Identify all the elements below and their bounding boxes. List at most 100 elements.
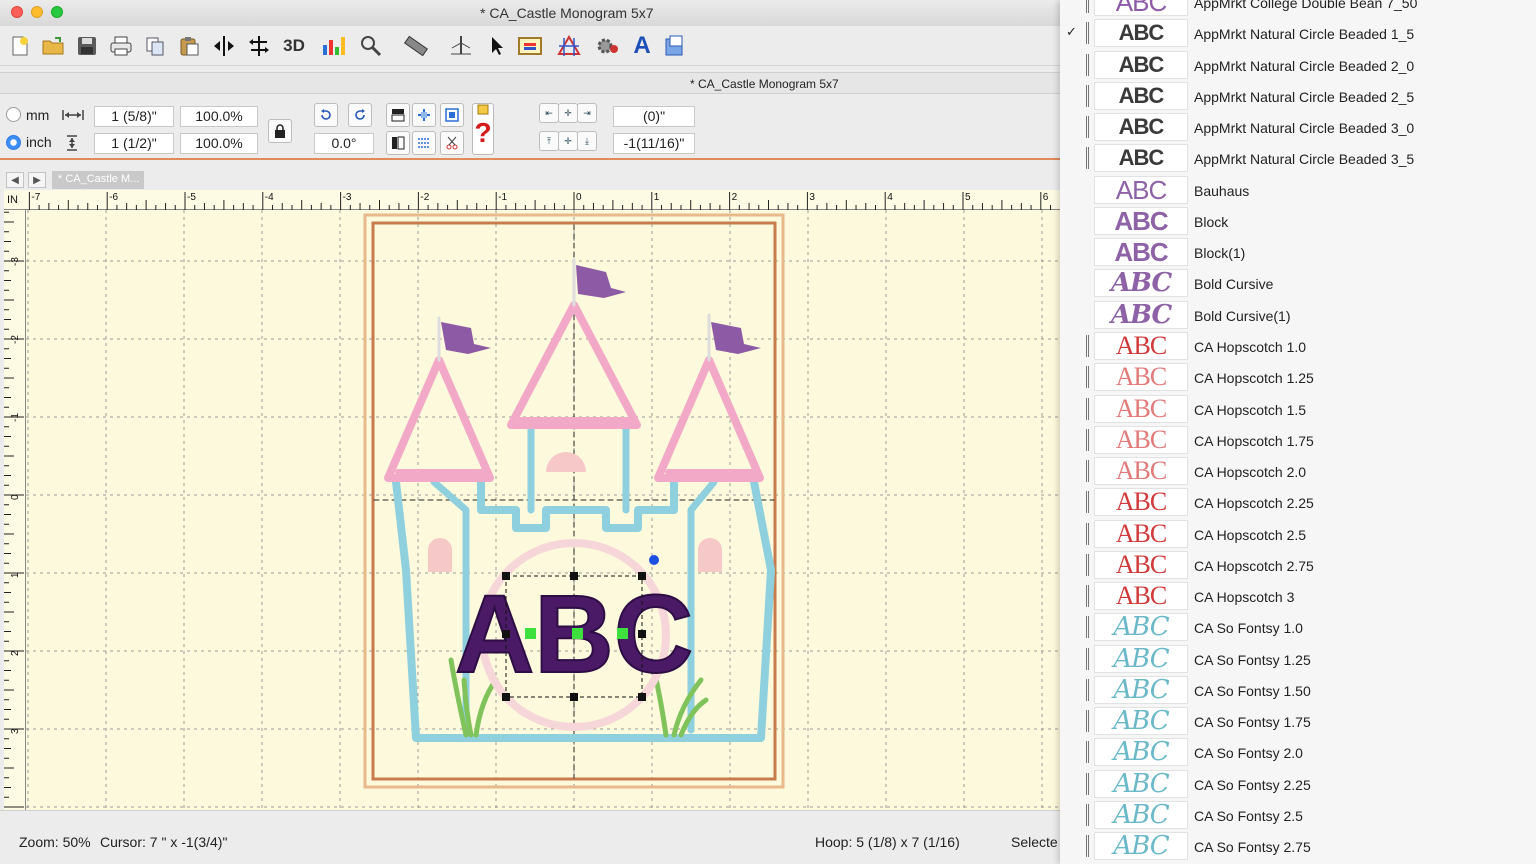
move-bottom-edge-button[interactable]: ⤓ (577, 131, 597, 151)
font-list-item[interactable]: ABC Bauhaus (1060, 175, 1536, 206)
vertical-ruler-ticks: -3-2-10123 (4, 211, 24, 808)
move-center-v-button[interactable]: ✛ (558, 131, 578, 151)
resize-handle[interactable] (502, 693, 510, 701)
font-list-item[interactable]: ABC CA So Fontsy 2.75 (1060, 831, 1536, 862)
settings-icon[interactable] (594, 32, 622, 60)
inch-radio[interactable] (6, 135, 21, 150)
resize-handle[interactable] (502, 630, 510, 638)
ruler-tick-label: -1 (498, 192, 507, 203)
new-file-icon[interactable] (6, 32, 34, 60)
font-list-item[interactable]: ABC AppMrkt Natural Circle Beaded 3_5 (1060, 143, 1536, 174)
font-list-item[interactable]: ABC CA Hopscotch 1.75 (1060, 425, 1536, 456)
mirror-vertical-icon[interactable] (245, 32, 273, 60)
tab-next-button[interactable]: ▶ (28, 172, 46, 188)
center-horizontal-button[interactable] (412, 103, 436, 127)
bar-chart-icon[interactable] (320, 32, 348, 60)
resize-handle[interactable] (502, 572, 510, 580)
distribute-button[interactable] (412, 131, 436, 155)
position-x-field[interactable]: (0)" (613, 106, 695, 127)
font-list-item[interactable]: ABC CA So Fontsy 2.0 (1060, 737, 1536, 768)
align-left-button[interactable] (386, 131, 410, 155)
rotate-left-button[interactable] (314, 103, 338, 127)
ruler-icon[interactable] (402, 32, 430, 60)
document-tab[interactable]: * CA_Castle M... (52, 171, 144, 189)
font-preview: ABC (1094, 175, 1188, 204)
print-icon[interactable] (107, 32, 135, 60)
pointer-icon[interactable] (483, 32, 511, 60)
resize-handle[interactable] (638, 693, 646, 701)
font-list-item[interactable]: ✓ ABC AppMrkt Natural Circle Beaded 1_5 (1060, 18, 1536, 49)
font-list-item[interactable]: ABC CA So Fontsy 1.25 (1060, 644, 1536, 675)
zoom-icon[interactable] (357, 32, 385, 60)
font-list-item[interactable]: ABC Bold Cursive (1060, 268, 1536, 299)
move-top-edge-button[interactable]: ⤒ (539, 131, 559, 151)
rotate-handle[interactable] (649, 555, 659, 565)
font-list-item[interactable]: ABC CA Hopscotch 2.25 (1060, 487, 1536, 518)
3d-view-icon[interactable]: 3D (280, 32, 308, 60)
font-list-item[interactable]: ABC AppMrkt Natural Circle Beaded 2_5 (1060, 81, 1536, 112)
letter-handle[interactable] (617, 628, 628, 639)
font-list-item[interactable]: ABC Bold Cursive(1) (1060, 300, 1536, 331)
needle-icon (1086, 366, 1089, 389)
rotation-field[interactable]: 0.0° (314, 133, 374, 154)
help-button[interactable]: ? (472, 103, 494, 155)
font-list-item[interactable]: ABC CA Hopscotch 3 (1060, 581, 1536, 612)
ruler-tick-label: 0 (576, 192, 582, 203)
sewing-machine-icon[interactable] (447, 32, 475, 60)
width-percent-field[interactable]: 100.0% (180, 106, 258, 127)
cut-button[interactable] (440, 131, 464, 155)
font-list-item[interactable]: ABC CA Hopscotch 2.0 (1060, 456, 1536, 487)
move-left-edge-button[interactable]: ⇤ (539, 103, 559, 123)
font-list-item[interactable]: ABC CA So Fontsy 2.5 (1060, 800, 1536, 831)
grid-icon[interactable] (555, 32, 583, 60)
font-list-item[interactable]: ABC CA So Fontsy 1.0 (1060, 612, 1536, 643)
font-list-item[interactable]: ABC CA Hopscotch 2.5 (1060, 519, 1536, 550)
resize-handle[interactable] (570, 572, 578, 580)
letter-handle[interactable] (525, 628, 536, 639)
center-both-button[interactable] (440, 103, 464, 127)
properties-panel: mm inch 1 (5/8)" 100.0% 1 (1/2)" 100.0% … (0, 95, 1060, 160)
save-icon[interactable] (73, 32, 101, 60)
align-top-button[interactable] (386, 103, 410, 127)
font-list-item[interactable]: ABC Block(1) (1060, 237, 1536, 268)
rotate-right-button[interactable] (348, 103, 372, 127)
tab-prev-button[interactable]: ◀ (6, 172, 24, 188)
export-icon[interactable] (661, 32, 689, 60)
font-list-item[interactable]: ABC CA So Fontsy 1.75 (1060, 706, 1536, 737)
move-right-edge-button[interactable]: ⇥ (577, 103, 597, 123)
copy-icon[interactable] (141, 32, 169, 60)
lock-aspect-button[interactable] (268, 119, 292, 143)
font-preview: ABC (1094, 331, 1188, 360)
move-center-h-button[interactable]: ✛ (558, 103, 578, 123)
position-y-field[interactable]: -1(11/16)" (613, 133, 695, 154)
width-field[interactable]: 1 (5/8)" (94, 106, 174, 127)
font-list-item[interactable]: ABC AppMrkt College Double Bean 7_50 (1060, 0, 1536, 18)
paste-icon[interactable] (175, 32, 203, 60)
height-percent-field[interactable]: 100.0% (180, 133, 258, 154)
open-folder-icon[interactable] (39, 32, 67, 60)
font-list-item[interactable]: ABC CA So Fontsy 2.25 (1060, 769, 1536, 800)
resize-handle[interactable] (638, 630, 646, 638)
font-list-item[interactable]: ABC CA Hopscotch 1.25 (1060, 362, 1536, 393)
height-field[interactable]: 1 (1/2)" (94, 133, 174, 154)
ruler-tick-label: 1 (654, 192, 660, 203)
ruler-tick-label: -2 (420, 192, 429, 203)
resize-handle[interactable] (638, 572, 646, 580)
text-icon[interactable]: A (628, 32, 656, 60)
font-list-item[interactable]: ABC AppMrkt Natural Circle Beaded 2_0 (1060, 50, 1536, 81)
ruler-tick-label: -3 (343, 192, 352, 203)
mm-radio[interactable] (6, 107, 21, 122)
font-list-item[interactable]: ABC AppMrkt Natural Circle Beaded 3_0 (1060, 112, 1536, 143)
needle-icon (1086, 835, 1089, 858)
design-canvas[interactable]: ABC (26, 210, 1060, 810)
hoop-view-icon[interactable] (516, 32, 544, 60)
font-list-item[interactable]: ABC CA Hopscotch 1.5 (1060, 394, 1536, 425)
resize-handle[interactable] (570, 693, 578, 701)
needle-icon (1086, 616, 1089, 639)
mirror-horizontal-icon[interactable] (210, 32, 238, 60)
font-list-item[interactable]: ABC Block (1060, 206, 1536, 237)
font-list-item[interactable]: ABC CA Hopscotch 2.75 (1060, 550, 1536, 581)
font-list-item[interactable]: ABC CA Hopscotch 1.0 (1060, 331, 1536, 362)
letter-handle[interactable] (572, 628, 583, 639)
font-list-item[interactable]: ABC CA So Fontsy 1.50 (1060, 675, 1536, 706)
